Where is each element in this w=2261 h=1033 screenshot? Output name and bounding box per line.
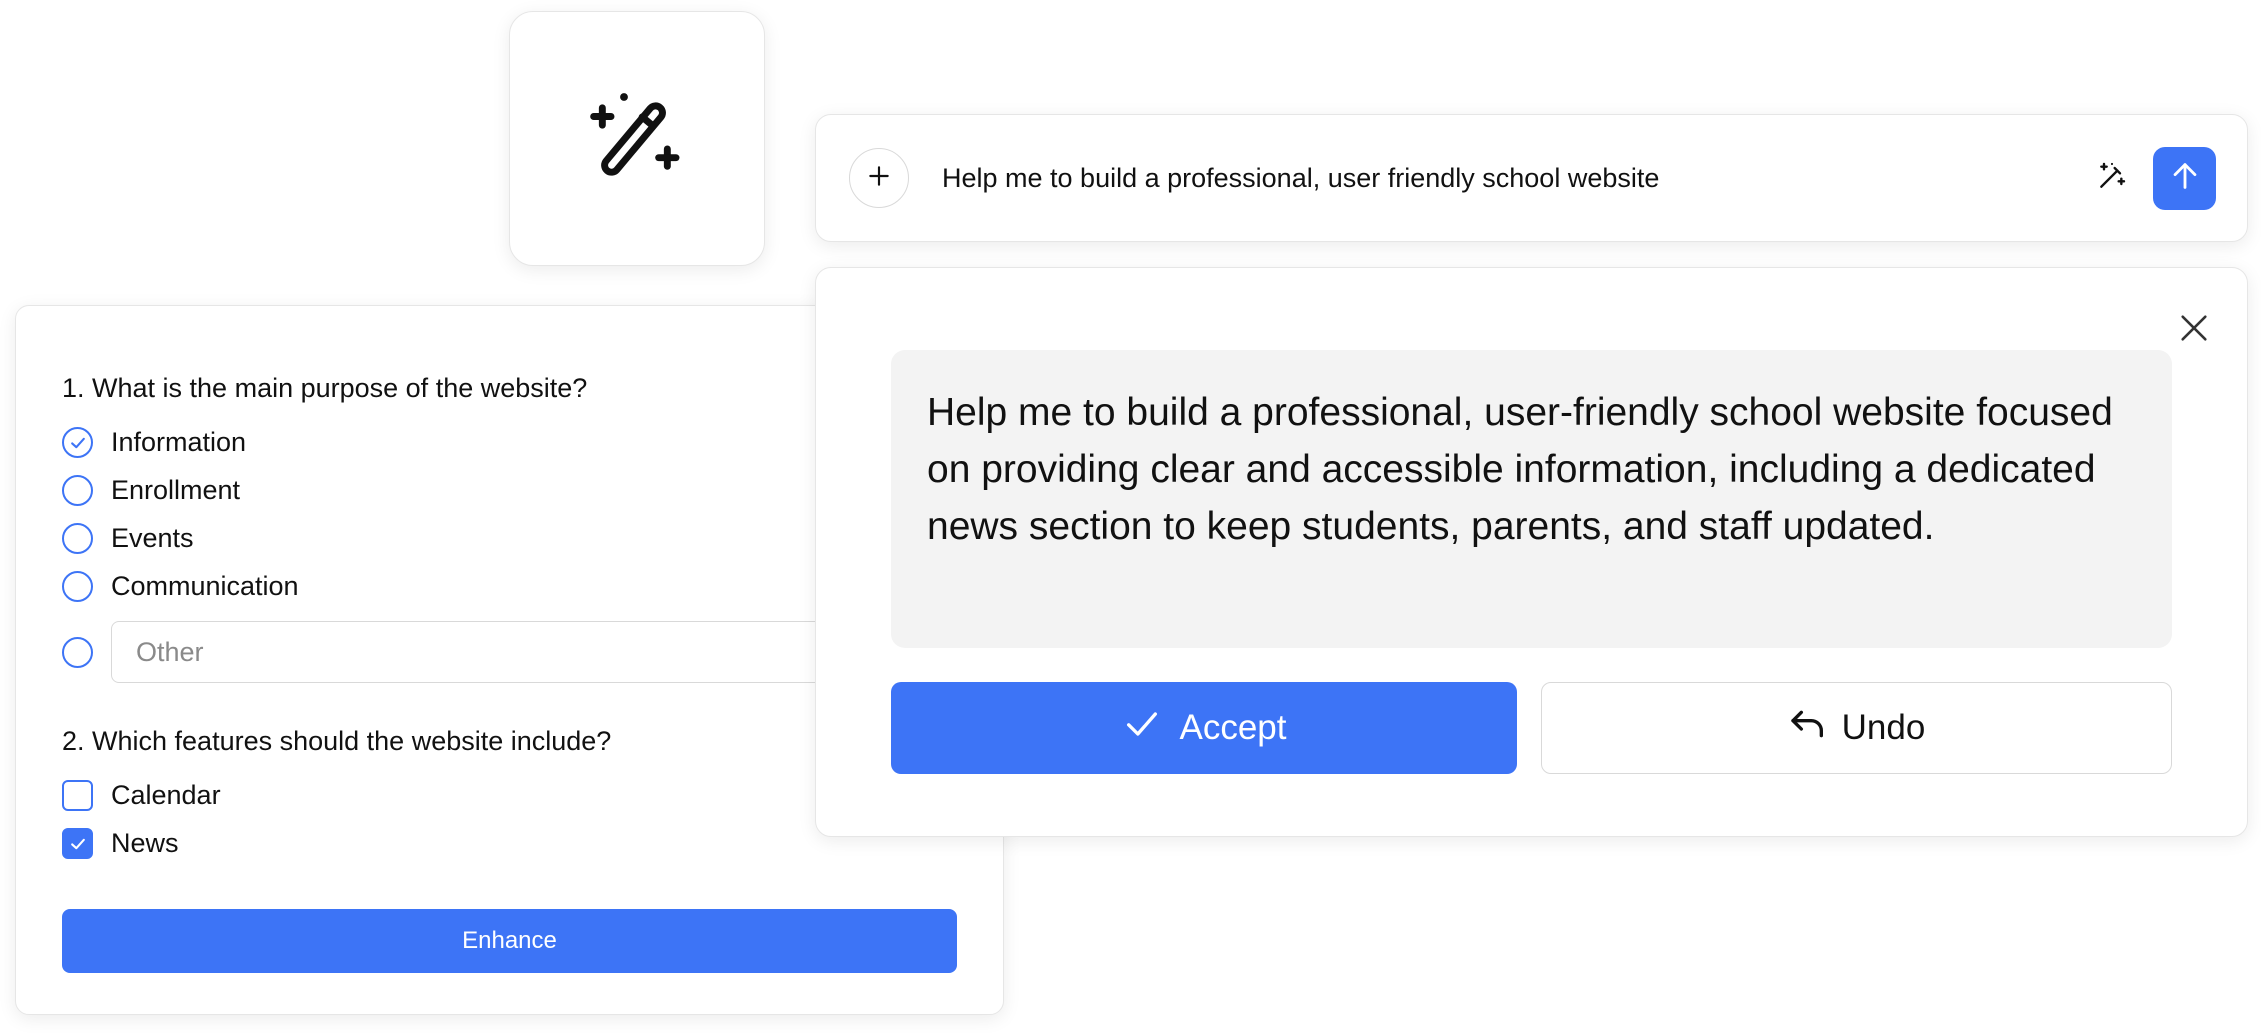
option-calendar[interactable]: Calendar [62, 780, 221, 811]
arrow-up-icon [2168, 159, 2202, 198]
magic-wand-icon [2096, 160, 2128, 197]
radio[interactable] [62, 475, 93, 506]
checkbox-checked[interactable] [62, 828, 93, 859]
close-button[interactable] [2172, 308, 2216, 352]
option-news[interactable]: News [62, 828, 179, 859]
enhanced-prompt-text: Help me to build a professional, user-fr… [891, 350, 2172, 648]
check-icon [1122, 704, 1162, 753]
option-events[interactable]: Events [62, 523, 194, 554]
undo-button[interactable]: Undo [1541, 682, 2172, 774]
accept-button[interactable]: Accept [891, 682, 1517, 774]
magic-wand-tile[interactable] [509, 11, 765, 266]
option-communication[interactable]: Communication [62, 571, 299, 602]
option-other[interactable] [62, 621, 871, 683]
option-label: Calendar [111, 780, 221, 810]
option-label: News [111, 828, 179, 858]
question-1-title: 1. What is the main purpose of the websi… [62, 373, 588, 403]
option-label: Information [111, 427, 247, 457]
other-input[interactable] [111, 621, 871, 683]
undo-icon [1788, 704, 1828, 753]
accept-label: Accept [1179, 708, 1287, 747]
question-2-title: 2. Which features should the website inc… [62, 726, 612, 756]
option-label: Enrollment [111, 475, 241, 505]
checkbox[interactable] [62, 780, 93, 811]
send-button[interactable] [2153, 147, 2216, 210]
plus-icon [866, 163, 892, 194]
add-button[interactable] [849, 148, 909, 208]
radio-checked[interactable] [62, 427, 93, 458]
radio[interactable] [62, 636, 93, 668]
prompt-bar: Help me to build a professional, user fr… [815, 114, 2248, 242]
enhance-prompt-button[interactable] [2089, 155, 2135, 201]
radio[interactable] [62, 523, 93, 554]
enhance-button[interactable]: Enhance [62, 909, 957, 973]
option-enrollment[interactable]: Enrollment [62, 475, 240, 506]
option-information[interactable]: Information [62, 427, 246, 458]
enhanced-prompt-dialog: Help me to build a professional, user-fr… [815, 267, 2248, 837]
undo-label: Undo [1841, 708, 1926, 747]
prompt-input[interactable]: Help me to build a professional, user fr… [942, 115, 1659, 241]
radio[interactable] [62, 571, 93, 602]
option-label: Communication [111, 571, 299, 601]
option-label: Events [111, 523, 194, 553]
magic-wand-icon [585, 84, 689, 193]
close-icon [2177, 311, 2211, 350]
